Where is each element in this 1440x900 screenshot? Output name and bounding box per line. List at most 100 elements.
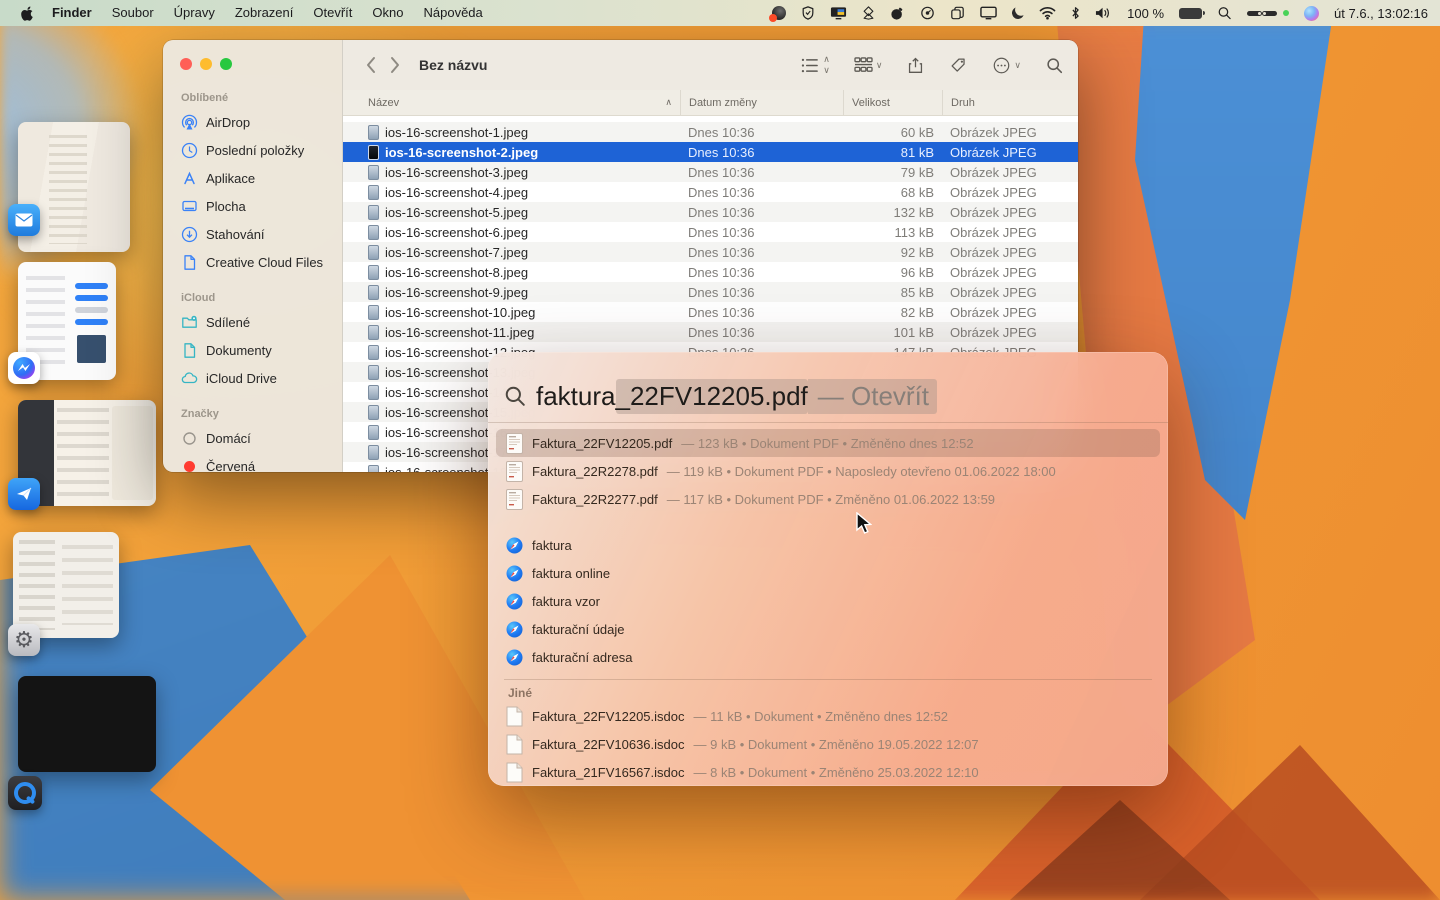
bomb-icon[interactable] [890,4,905,22]
minimize-button[interactable] [200,58,212,70]
sidebar-item[interactable]: Sdílené [171,308,334,336]
spotlight-suggestion-row[interactable]: faktura [496,531,1160,559]
sidebar-item[interactable]: Dokumenty [171,336,334,364]
battery-icon[interactable] [1179,4,1202,22]
spotlight-result-row[interactable]: Faktura_21FV16567.isdoc — 8 kB • Dokumen… [496,758,1160,786]
spotlight-suggestion-row[interactable]: fakturační adresa [496,643,1160,671]
menu-item[interactable]: Nápověda [413,0,492,26]
more-actions-button[interactable]: ∨ [992,57,1021,74]
file-row[interactable]: ios-16-screenshot-2.jpeg Dnes 10:36 81 k… [343,142,1078,162]
back-button[interactable] [365,56,376,74]
file-row[interactable]: ios-16-screenshot-8.jpeg Dnes 10:36 96 k… [343,262,1078,282]
pdf-icon [506,489,523,510]
file-row[interactable]: ios-16-screenshot-11.jpeg Dnes 10:36 101… [343,322,1078,342]
messenger-app-icon[interactable] [8,352,40,384]
spotlight-result-row[interactable]: Faktura_22FV12205.pdf — 123 kB • Dokumen… [496,429,1160,457]
stage-thumbnail-quicktime[interactable] [18,676,156,772]
spotlight-result-row[interactable]: Faktura_22FV10636.isdoc — 9 kB • Dokumen… [496,730,1160,758]
safari-icon [506,537,523,554]
column-header-date[interactable]: Datum změny [680,90,843,115]
sidebar-item[interactable]: Poslední položky [171,136,334,164]
menu-item[interactable]: Otevřít [303,0,362,26]
zoom-button[interactable] [220,58,232,70]
menu-item[interactable]: Okno [362,0,413,26]
search-icon [504,385,526,407]
isdoc-icon [506,706,523,727]
jpeg-file-icon [368,425,379,440]
group-button[interactable]: ∨ [854,57,883,74]
spotlight-result-row[interactable]: Faktura_22FV12205.isdoc — 11 kB • Dokume… [496,702,1160,730]
sidebar-item[interactable]: Domácí [171,424,334,452]
sidebar-item[interactable]: Plocha [171,192,334,220]
display-icon[interactable] [980,4,997,22]
apple-menu[interactable] [12,6,42,21]
document-icon [181,342,198,359]
column-header-name[interactable]: Název ∧ [343,90,680,115]
jpeg-file-icon [368,245,379,260]
quicktime-app-icon[interactable] [8,776,42,810]
tags-button[interactable] [949,57,968,74]
volume-icon[interactable] [1095,4,1112,22]
search-button[interactable] [1045,57,1064,74]
audio-app-icon[interactable] [772,4,786,22]
safari-icon [506,593,523,610]
menu-item[interactable]: Finder [42,0,102,26]
file-row[interactable]: ios-16-screenshot-5.jpeg Dnes 10:36 132 … [343,202,1078,222]
file-row[interactable]: ios-16-screenshot-7.jpeg Dnes 10:36 92 k… [343,242,1078,262]
bluetooth-icon[interactable] [1071,4,1080,22]
menu-bar: FinderSouborÚpravyZobrazeníOtevřítOknoNá… [0,0,1440,26]
file-row[interactable]: ios-16-screenshot-3.jpeg Dnes 10:36 79 k… [343,162,1078,182]
spotlight-suggestion-row[interactable]: faktura online [496,559,1160,587]
list-column-headers: Název ∧ Datum změny Velikost Druh [343,90,1078,116]
spotlight-result-row[interactable]: Faktura_22R2278.pdf — 119 kB • Dokument … [496,457,1160,485]
jpeg-file-icon [368,465,379,473]
column-header-kind[interactable]: Druh [942,90,1078,115]
sidebar-item[interactable]: Červená [171,452,334,472]
appstore-icon [181,170,198,187]
spotlight-suggestion-row[interactable]: fakturační údaje [496,615,1160,643]
menu-bar-clock[interactable]: út 7.6., 13:02:16 [1334,6,1428,21]
list-view-icon [801,57,820,74]
wifi-icon[interactable] [1039,4,1056,22]
spark-app-icon[interactable] [8,478,40,510]
spotlight-search-field[interactable]: faktura_22FV12205.pdf— Otevřít [488,370,1168,422]
column-header-size[interactable]: Velikost [843,90,942,115]
jpeg-file-icon [368,325,379,340]
jpeg-file-icon [368,445,379,460]
view-mode-button[interactable]: ∧∨ [801,54,830,76]
menu-item[interactable]: Zobrazení [225,0,304,26]
spotlight-icon[interactable] [1217,4,1232,22]
sidebar-item[interactable]: Creative Cloud Files [171,248,334,276]
dial-icon[interactable] [920,4,935,22]
sidebar-item[interactable]: Stahování [171,220,334,248]
close-button[interactable] [180,58,192,70]
file-row[interactable]: ios-16-screenshot-6.jpeg Dnes 10:36 113 … [343,222,1078,242]
jpeg-file-icon [368,265,379,280]
mail-app-icon[interactable] [8,204,40,236]
settings-app-icon[interactable]: ⚙ [8,624,40,656]
control-center-icon[interactable] [1247,4,1277,22]
forward-button[interactable] [390,56,401,74]
airdrop-icon [181,114,198,131]
diamond-app-icon[interactable] [862,4,875,22]
menu-item[interactable]: Soubor [102,0,164,26]
spotlight-suggestion-row[interactable]: faktura vzor [496,587,1160,615]
siri-icon[interactable] [1304,4,1319,22]
sidebar-item-label: Aplikace [206,171,255,186]
menu-item[interactable]: Úpravy [164,0,225,26]
adguard-shield-icon[interactable] [801,4,815,22]
file-row[interactable]: ios-16-screenshot-4.jpeg Dnes 10:36 68 k… [343,182,1078,202]
file-row[interactable]: ios-16-screenshot-10.jpeg Dnes 10:36 82 … [343,302,1078,322]
file-row[interactable]: ios-16-screenshot-1.jpeg Dnes 10:36 60 k… [343,122,1078,142]
share-button[interactable] [906,57,925,74]
sidebar-item[interactable]: AirDrop [171,108,334,136]
sidebar-item[interactable]: iCloud Drive [171,364,334,392]
sidebar-item[interactable]: Aplikace [171,164,334,192]
moon-icon[interactable] [1012,4,1024,22]
shared-folder-icon [181,314,198,331]
stage-thumbnail-settings[interactable] [13,532,119,638]
spotlight-result-row[interactable]: Faktura_22R2277.pdf — 117 kB • Dokument … [496,485,1160,513]
display-flag-icon[interactable] [830,4,847,22]
copy-icon[interactable] [950,4,965,22]
file-row[interactable]: ios-16-screenshot-9.jpeg Dnes 10:36 85 k… [343,282,1078,302]
